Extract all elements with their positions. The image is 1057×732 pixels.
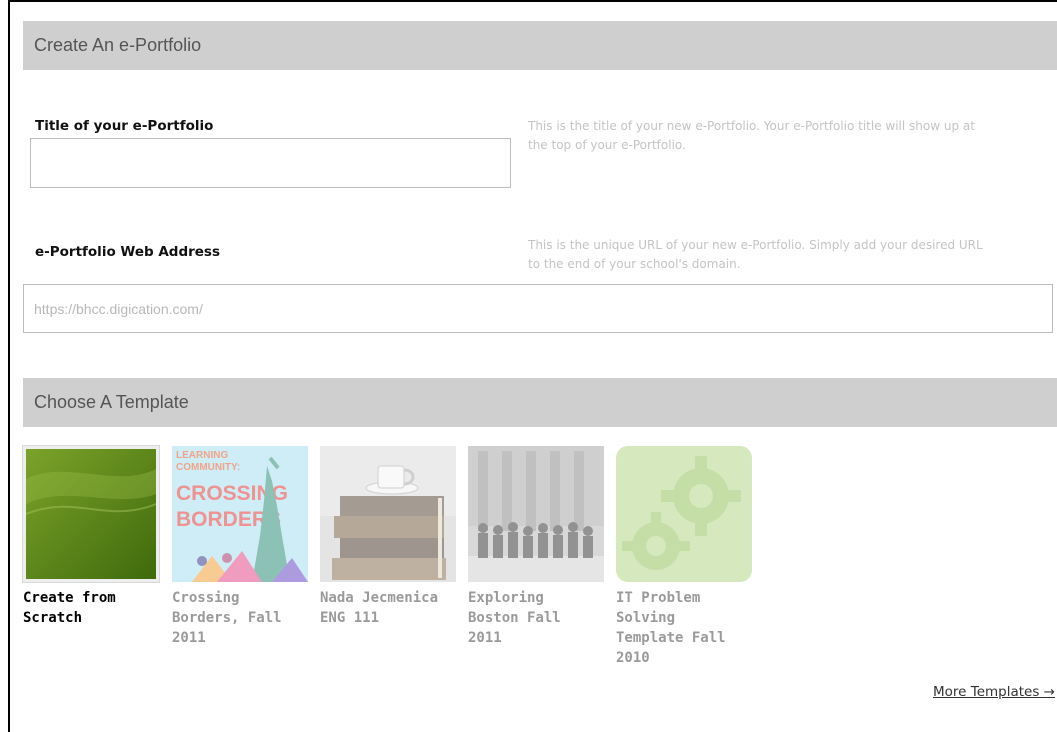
group-photo-thumbnail	[468, 446, 604, 582]
template-name: Crossing Borders, Fall 2011	[172, 590, 282, 646]
template-nada-jecmenica[interactable]: Nada Jecmenica ENG 111	[320, 446, 460, 628]
thumb-text-1: LEARNING	[176, 450, 228, 461]
title-input[interactable]	[30, 138, 511, 188]
template-it-problem-solving[interactable]: IT Problem Solving Template Fall 2010	[616, 446, 756, 668]
title-help-text: This is the title of your new e-Portfoli…	[528, 119, 975, 152]
template-name: IT Problem Solving Template Fall 2010	[616, 590, 726, 666]
window-frame-left	[8, 0, 10, 732]
template-name: Exploring Boston Fall 2011	[468, 590, 561, 646]
template-crossing-borders[interactable]: LEARNING COMMUNITY: CROSSING BORDERS Cro…	[172, 446, 312, 648]
window-frame-top	[8, 0, 1057, 2]
web-address-label: e-Portfolio Web Address	[35, 244, 221, 260]
thumb-text-2: COMMUNITY:	[176, 462, 240, 473]
crossing-borders-thumbnail: LEARNING COMMUNITY: CROSSING BORDERS	[172, 446, 308, 582]
books-and-cup-thumbnail	[320, 446, 456, 582]
template-create-from-scratch[interactable]: Create from Scratch	[23, 446, 163, 628]
gears-thumbnail	[616, 446, 752, 582]
title-field-label: Title of your e-Portfolio	[35, 118, 214, 134]
create-eportfolio-header: Create An e-Portfolio	[23, 21, 1057, 70]
green-gradient-thumbnail	[23, 446, 159, 582]
more-templates-link[interactable]: More Templates →	[933, 684, 1055, 700]
choose-template-header: Choose A Template	[23, 378, 1057, 427]
template-name: Nada Jecmenica ENG 111	[320, 590, 439, 626]
template-name: Create from Scratch	[23, 590, 116, 626]
web-address-input[interactable]	[23, 284, 1053, 333]
template-exploring-boston[interactable]: Exploring Boston Fall 2011	[468, 446, 608, 648]
web-address-help-text: This is the unique URL of your new e-Por…	[528, 238, 983, 271]
